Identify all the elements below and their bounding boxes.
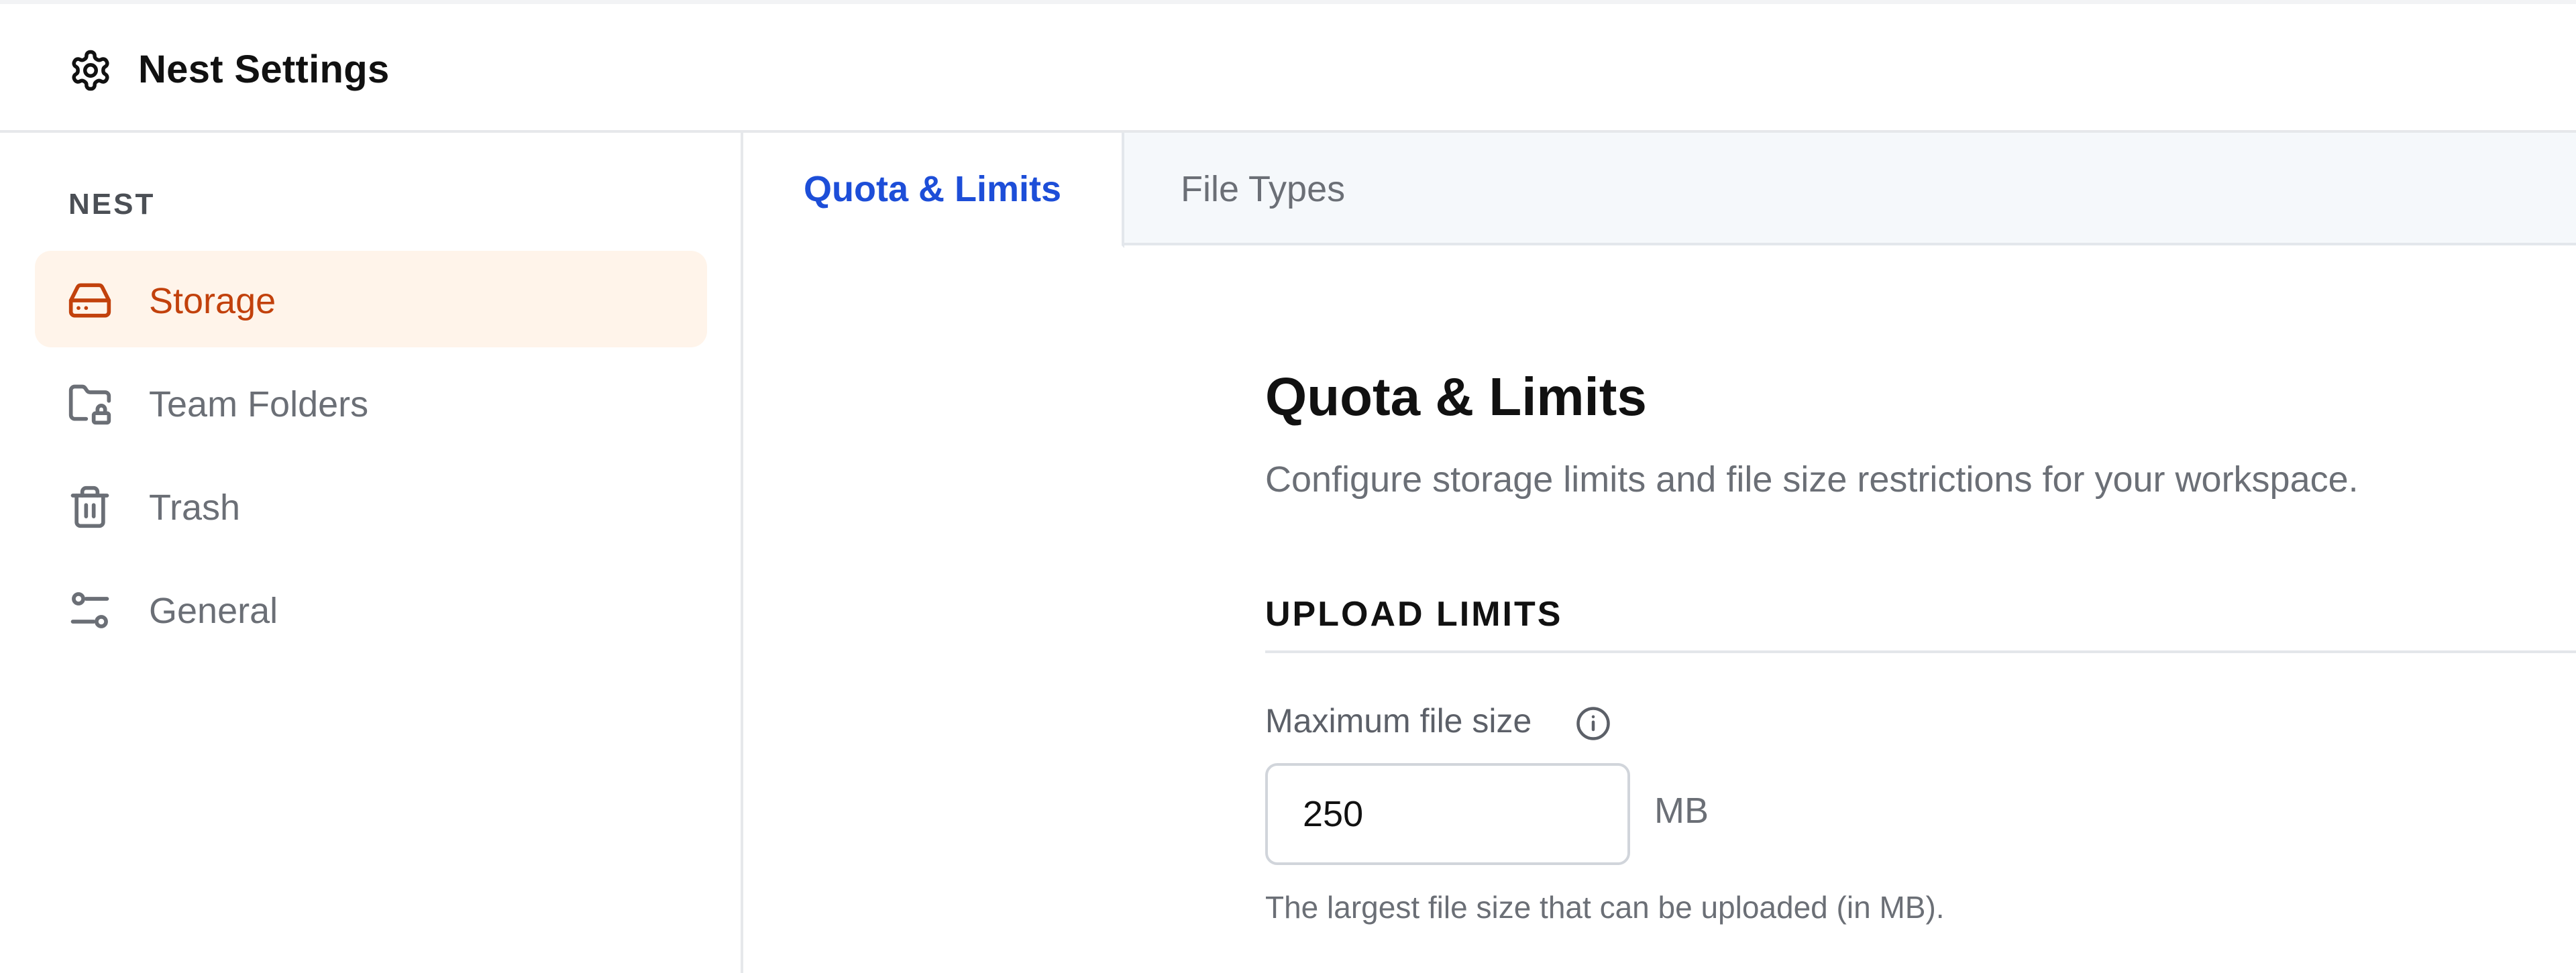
top-bar: Nest Settings	[0, 0, 2576, 133]
tab-quota-limits[interactable]: Quota & Limits	[743, 133, 1124, 248]
section-divider	[1265, 650, 2576, 653]
max-file-size-input[interactable]	[1265, 763, 1630, 865]
section-heading: UPLOAD LIMITS	[1265, 595, 1563, 634]
sidebar-item-general[interactable]: General	[35, 561, 707, 657]
sidebar-item-label: Trash	[149, 488, 241, 528]
sliders-icon	[70, 592, 109, 628]
sidebar-item-label: General	[149, 591, 278, 631]
sidebar-item-label: Team Folders	[149, 384, 369, 424]
page-title: Quota & Limits	[1265, 367, 1647, 426]
sidebar: NEST Storage Team Folders Trash General	[0, 133, 743, 973]
field-label: Maximum file size	[1265, 702, 1532, 740]
trash-icon	[70, 485, 109, 528]
sidebar-item-label: Storage	[149, 281, 276, 321]
sidebar-section-title: NEST	[68, 188, 156, 221]
app-title: Nest Settings	[138, 48, 390, 91]
tab-file-types[interactable]: File Types	[1181, 133, 1345, 245]
unit-label: MB	[1654, 791, 1709, 831]
sidebar-item-team-folders[interactable]: Team Folders	[35, 354, 707, 451]
field-help-text: The largest file size that can be upload…	[1265, 890, 1945, 925]
folder-lock-icon	[68, 384, 111, 425]
tab-bar: Quota & Limits File Types	[743, 133, 2576, 248]
gear-icon	[72, 50, 109, 91]
sidebar-item-storage[interactable]: Storage	[35, 251, 707, 347]
info-icon[interactable]	[1575, 705, 1611, 742]
sidebar-item-trash[interactable]: Trash	[35, 457, 707, 554]
hard-drive-icon	[68, 283, 111, 318]
page-description: Configure storage limits and file size r…	[1265, 459, 2359, 500]
